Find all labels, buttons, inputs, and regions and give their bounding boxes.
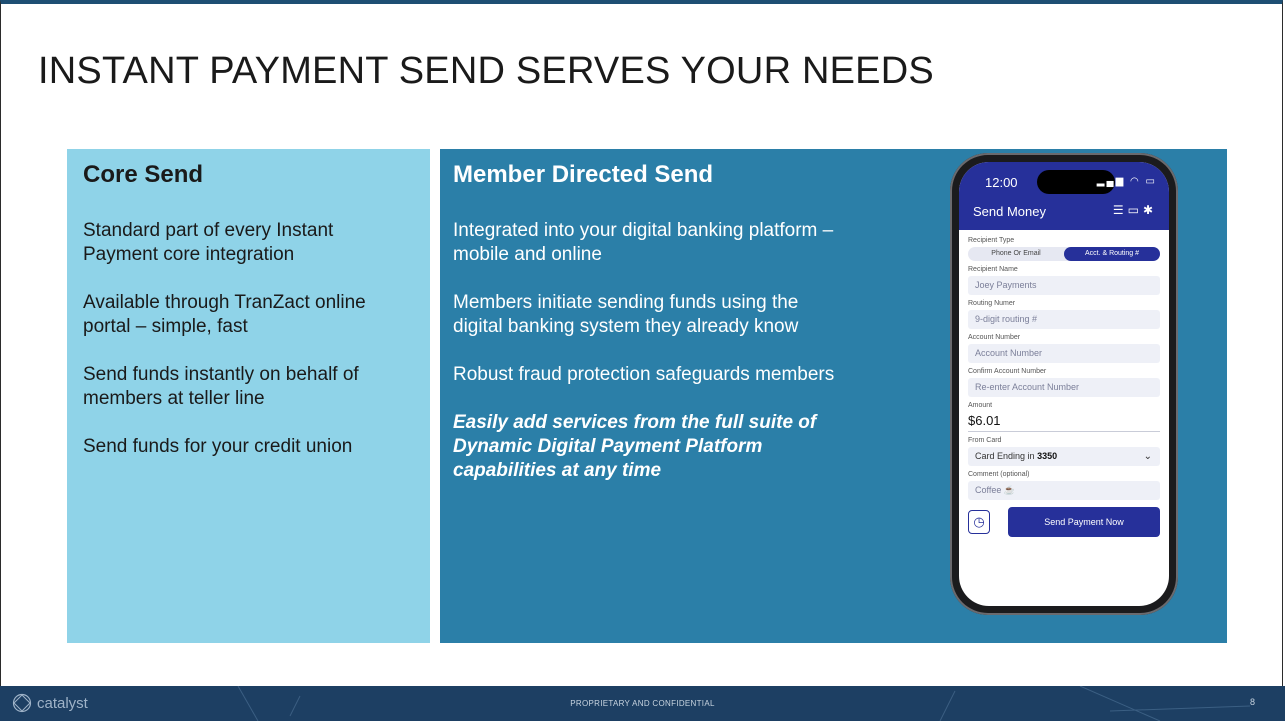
- chevron-down-icon: ⌄: [1143, 451, 1152, 462]
- core-send-item: Available through TranZact online portal…: [83, 292, 366, 337]
- account-label: Account Number: [968, 334, 1021, 341]
- recipient-name-label: Recipient Name: [968, 266, 1018, 273]
- page-number: 8: [1249, 697, 1255, 707]
- confirm-account-label: Confirm Account Number: [968, 368, 1047, 375]
- core-send-item: Send funds instantly on behalf of member…: [83, 364, 359, 409]
- bottom-actions: ◷ Send Payment Now: [968, 507, 1160, 537]
- toggle-acct-routing[interactable]: Acct. & Routing #: [1064, 247, 1160, 261]
- app-title: Send Money: [973, 204, 1046, 219]
- core-send-item: Send funds for your credit union: [83, 436, 353, 457]
- list-icon[interactable]: ☰: [1113, 203, 1128, 217]
- from-card-label: From Card: [968, 437, 1002, 444]
- amount-field[interactable]: $6.01: [968, 412, 1160, 432]
- member-send-item: Members initiate sending funds using the…: [453, 292, 799, 337]
- phone-screen: 12:00 ▂▄▆ ◠ ▭ Send Money ☰▭✱ Recipient T…: [959, 162, 1169, 606]
- recipient-type-label: Recipient Type: [968, 237, 1015, 244]
- send-payment-button[interactable]: Send Payment Now: [1008, 507, 1160, 537]
- account-field[interactable]: Account Number: [968, 344, 1160, 363]
- member-send-item: Robust fraud protection safeguards membe…: [453, 364, 835, 385]
- slide-title: INSTANT PAYMENT SEND SERVES YOUR NEEDS: [38, 50, 934, 92]
- confirm-account-field[interactable]: Re-enter Account Number: [968, 378, 1160, 397]
- confidential-notice: PROPRIETARY AND CONFIDENTIAL: [570, 699, 715, 708]
- amount-label: Amount: [968, 402, 993, 409]
- member-send-item: Integrated into your digital banking pla…: [453, 220, 834, 265]
- routing-field[interactable]: 9-digit routing #: [968, 310, 1160, 329]
- member-send-emphasis: Easily add services from the full suite …: [453, 412, 817, 481]
- from-card-select[interactable]: Card Ending in 3350 ⌄: [968, 447, 1160, 466]
- card-digits: 3350: [1037, 451, 1058, 461]
- clock-icon: ◷: [973, 514, 985, 529]
- core-send-heading: Core Send: [83, 161, 204, 188]
- header-icons: ☰▭✱: [1113, 203, 1157, 217]
- slide-footer: catalyst PROPRIETARY AND CONFIDENTIAL 8: [0, 686, 1285, 721]
- core-send-panel: Core Send Standard part of every Instant…: [67, 149, 430, 643]
- status-time: 12:00: [985, 175, 1018, 190]
- card-prefix: Card Ending in: [975, 451, 1035, 461]
- recipient-type-toggle: Phone Or Email Acct. & Routing #: [968, 247, 1160, 261]
- routing-label: Routing Numer: [968, 300, 1016, 307]
- comment-label: Comment (optional): [968, 471, 1030, 478]
- gear-icon[interactable]: ✱: [1143, 203, 1157, 217]
- signal-wifi-battery-icon: ▂▄▆ ◠ ▭: [1096, 176, 1157, 187]
- send-money-form: Recipient Type Phone Or Email Acct. & Ro…: [959, 230, 1169, 537]
- calendar-icon[interactable]: ▭: [1128, 203, 1143, 217]
- comment-field[interactable]: Coffee ☕: [968, 481, 1160, 500]
- recipient-name-field[interactable]: Joey Payments: [968, 276, 1160, 295]
- history-clock-button[interactable]: ◷: [968, 510, 990, 534]
- core-send-item: Standard part of every Instant Payment c…: [83, 220, 334, 265]
- toggle-phone-email[interactable]: Phone Or Email: [968, 247, 1064, 261]
- app-header: Send Money ☰▭✱: [959, 196, 1169, 230]
- phone-mockup: 12:00 ▂▄▆ ◠ ▭ Send Money ☰▭✱ Recipient T…: [950, 153, 1178, 615]
